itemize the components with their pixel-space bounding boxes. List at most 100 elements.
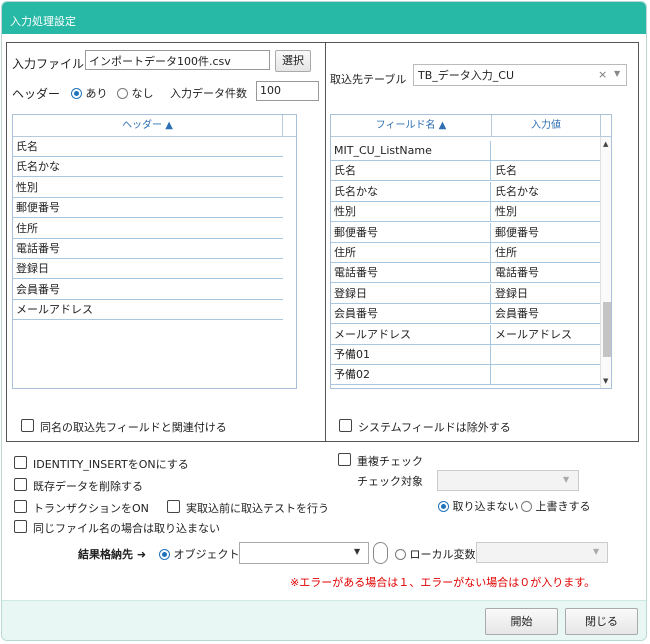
table-row[interactable]: 電話番号 xyxy=(13,239,283,259)
select-file-button[interactable]: 選択 xyxy=(275,50,311,72)
transaction-checkbox[interactable] xyxy=(14,500,27,513)
field-name-cell: 氏名かな xyxy=(331,181,491,202)
table-row[interactable]: メールアドレス xyxy=(13,300,283,321)
table-row[interactable]: 性別 xyxy=(13,178,283,198)
field-name-column[interactable]: フィールド名 ▲ xyxy=(331,115,492,137)
header-no-radio[interactable] xyxy=(117,88,128,99)
header-yes-option[interactable]: あり xyxy=(71,85,108,101)
header-cell: 電話番号 xyxy=(16,242,60,255)
header-cell: 郵便番号 xyxy=(16,201,60,215)
transaction-label: トランザクションをON xyxy=(33,502,149,515)
field-grid-scrollbar[interactable]: ▲ ▼ xyxy=(600,137,611,388)
field-name-cell: 会員番号 xyxy=(331,304,491,325)
skip-same-file-checkbox[interactable] xyxy=(14,520,27,533)
dialog-title-bar: 入力処理設定 xyxy=(2,2,646,34)
field-name-cell: 氏名 xyxy=(331,161,491,182)
input-value-cell: 氏名 xyxy=(495,164,517,178)
link-same-name-label: 同名の取込先フィールドと関連付ける xyxy=(40,421,227,434)
header-label: ヘッダー xyxy=(12,87,61,101)
chevron-down-icon: ▼ xyxy=(563,475,570,484)
input-count-label: 入力データ件数 xyxy=(170,87,247,100)
table-row[interactable]: 予備01 xyxy=(331,345,600,365)
input-file-label: 入力ファイル xyxy=(12,57,85,71)
input-file-field[interactable]: インポートデータ100件.csv xyxy=(85,50,270,70)
table-row[interactable]: 氏名 氏名 xyxy=(331,161,600,182)
input-value-cell: 郵便番号 xyxy=(495,225,539,239)
object-option[interactable]: オブジェクト xyxy=(159,546,240,562)
header-grid-header: ヘッダー ▲ xyxy=(13,115,296,137)
identity-insert-label: IDENTITY_INSERTをONにする xyxy=(33,458,189,471)
table-row[interactable]: 郵便番号 郵便番号 xyxy=(331,222,600,243)
field-name-cell: 予備01 xyxy=(331,345,491,365)
no-import-option[interactable]: 取り込まない xyxy=(438,498,519,514)
duplicate-check-label: 重複チェック xyxy=(357,455,423,468)
table-row[interactable]: 予備02 xyxy=(331,365,600,386)
start-button[interactable]: 開始 xyxy=(485,608,558,635)
local-variable-select[interactable]: ▼ xyxy=(476,542,608,563)
field-name-cell: 住所 xyxy=(331,243,491,263)
local-variable-label: ローカル変数 xyxy=(409,548,476,561)
table-row[interactable]: 氏名 xyxy=(13,137,283,157)
table-row[interactable]: 住所 住所 xyxy=(331,243,600,263)
mapping-panel: 入力ファイル インポートデータ100件.csv 選択 ヘッダー あり なし 入力… xyxy=(6,42,639,442)
table-row[interactable]: メールアドレス メールアドレス xyxy=(331,324,600,345)
header-column-sort[interactable]: ヘッダー ▲ xyxy=(13,115,283,137)
table-row[interactable]: 郵便番号 xyxy=(13,198,283,219)
close-button[interactable]: 閉じる xyxy=(565,608,638,635)
exclude-system-fields-checkbox[interactable] xyxy=(339,419,352,432)
table-row[interactable]: 氏名かな 氏名かな xyxy=(331,181,600,202)
table-row[interactable]: 性別 性別 xyxy=(331,202,600,223)
chevron-down-icon: ▼ xyxy=(354,547,361,556)
overwrite-radio[interactable] xyxy=(521,501,532,512)
scroll-up-icon[interactable]: ▲ xyxy=(603,140,608,148)
header-cell: 住所 xyxy=(16,221,38,235)
header-cell: メールアドレス xyxy=(16,303,93,317)
chevron-down-icon[interactable]: ▼ xyxy=(614,69,620,78)
delete-existing-label: 既存データを削除する xyxy=(33,480,143,493)
clear-icon[interactable]: × xyxy=(598,68,607,81)
header-no-label: なし xyxy=(131,87,154,100)
test-before-import-label: 実取込前に取込テストを行う xyxy=(186,502,329,515)
header-yes-radio[interactable] xyxy=(71,88,82,99)
scroll-thumb[interactable] xyxy=(603,302,611,357)
table-row[interactable]: 登録日 登録日 xyxy=(331,283,600,304)
table-row[interactable]: MIT_CU_ListName xyxy=(331,141,600,161)
check-target-select[interactable]: ▼ xyxy=(437,470,579,491)
table-row[interactable]: 住所 xyxy=(13,219,283,239)
local-variable-option[interactable]: ローカル変数 xyxy=(395,546,476,562)
header-yes-label: あり xyxy=(85,87,108,100)
object-radio[interactable] xyxy=(159,549,170,560)
table-row[interactable]: 電話番号 電話番号 xyxy=(331,263,600,284)
scroll-down-icon[interactable]: ▼ xyxy=(603,377,608,385)
input-value-cell: 性別 xyxy=(495,205,517,219)
table-row[interactable]: 登録日 xyxy=(13,259,283,280)
delete-existing-checkbox[interactable] xyxy=(14,478,27,491)
input-value-column[interactable]: 入力値 xyxy=(492,115,601,137)
header-cell: 性別 xyxy=(16,180,38,194)
input-value-cell xyxy=(492,365,600,385)
field-name-cell: 郵便番号 xyxy=(331,222,491,243)
field-grid-header: フィールド名 ▲ 入力値 xyxy=(331,115,611,137)
overwrite-label: 上書きする xyxy=(535,500,591,513)
test-before-import-checkbox[interactable] xyxy=(167,500,180,513)
table-row[interactable]: 会員番号 xyxy=(13,280,283,300)
header-cell: 登録日 xyxy=(16,262,49,276)
overwrite-option[interactable]: 上書きする xyxy=(521,498,591,514)
input-value-cell xyxy=(492,141,600,161)
link-same-name-checkbox[interactable] xyxy=(21,419,34,432)
chevron-down-icon: ▼ xyxy=(593,547,600,556)
identity-insert-checkbox[interactable] xyxy=(14,456,27,469)
header-no-option[interactable]: なし xyxy=(117,85,154,101)
table-row[interactable]: 会員番号 会員番号 xyxy=(331,304,600,325)
input-value-cell: 登録日 xyxy=(495,286,528,300)
local-variable-radio[interactable] xyxy=(395,549,406,560)
duplicate-check-checkbox[interactable] xyxy=(338,453,351,466)
object-picker-button[interactable] xyxy=(373,542,388,564)
input-count-field[interactable]: 100 xyxy=(256,81,319,101)
target-table-select[interactable]: TB_データ入力_CU × ▼ xyxy=(413,64,627,86)
table-row[interactable]: 氏名かな xyxy=(13,157,283,178)
field-name-cell: 予備02 xyxy=(331,365,491,386)
import-settings-dialog: 入力処理設定 入力ファイル インポートデータ100件.csv 選択 ヘッダー あ… xyxy=(1,1,647,641)
object-select[interactable]: ▼ xyxy=(239,542,369,564)
no-import-radio[interactable] xyxy=(438,501,449,512)
